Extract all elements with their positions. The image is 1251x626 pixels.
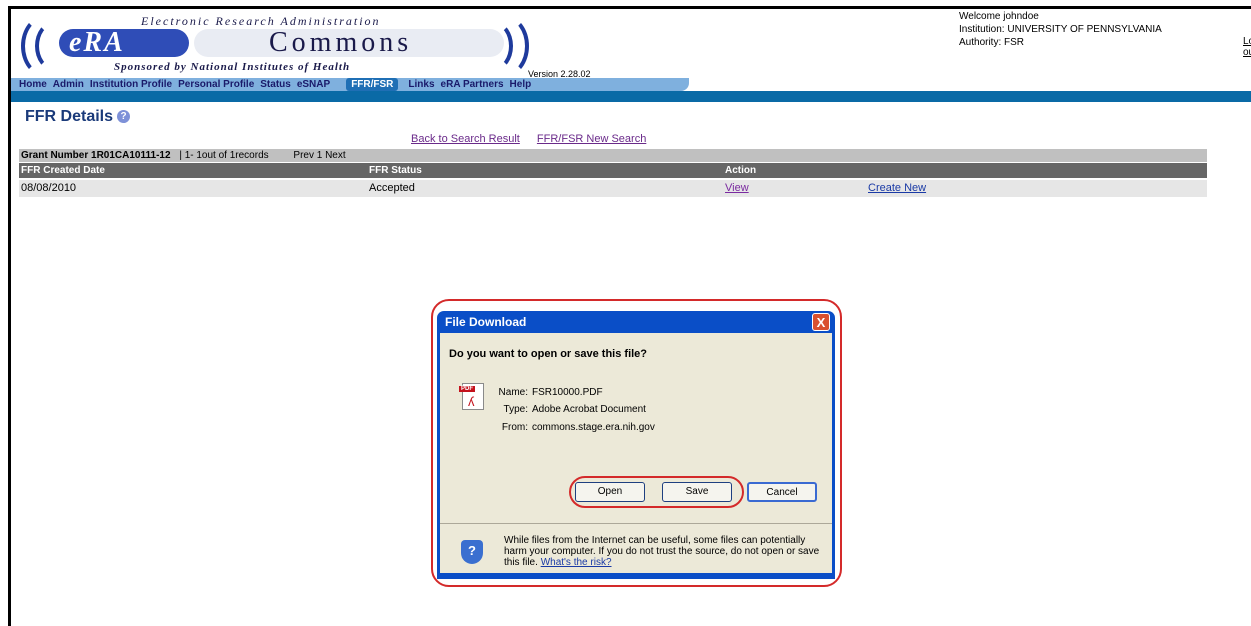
save-button[interactable]: Save bbox=[662, 482, 732, 502]
col-status: FFR Status bbox=[369, 165, 422, 176]
close-icon[interactable]: X bbox=[812, 313, 830, 331]
view-link[interactable]: View bbox=[725, 182, 749, 194]
back-to-search-link[interactable]: Back to Search Result bbox=[411, 133, 520, 145]
pdf-tag: PDF bbox=[459, 386, 475, 392]
new-search-link[interactable]: FFR/FSR New Search bbox=[537, 133, 646, 145]
records-count: | 1- 1out of 1records bbox=[179, 150, 269, 161]
user-info: Welcome johndoe Institution: UNIVERSITY … bbox=[959, 10, 1162, 49]
dialog-question: Do you want to open or save this file? bbox=[449, 348, 648, 360]
nav-links[interactable]: Links bbox=[408, 79, 434, 90]
welcome-text: Welcome johndoe bbox=[959, 11, 1039, 22]
header-divider-bar bbox=[11, 91, 1251, 102]
dialog-separator bbox=[440, 523, 832, 524]
cell-date: 08/08/2010 bbox=[21, 182, 77, 194]
col-action: Action bbox=[725, 165, 757, 176]
file-from-row: From: commons.stage.era.nih.gov bbox=[480, 422, 655, 433]
security-warning: While files from the Internet can be use… bbox=[504, 535, 824, 568]
table-header: FFR Created Date FFR Status Action bbox=[19, 163, 1207, 178]
help-icon[interactable]: ? bbox=[117, 110, 131, 124]
acrobat-swirl-icon: ʎ bbox=[468, 394, 475, 409]
cancel-button[interactable]: Cancel bbox=[747, 482, 817, 502]
file-type-row: Type: Adobe Acrobat Document bbox=[480, 404, 646, 415]
whats-the-risk-link[interactable]: What's the risk? bbox=[541, 557, 612, 568]
authority-text: Authority: FSR bbox=[959, 37, 1025, 48]
dialog-body: Do you want to open or save this file? P… bbox=[440, 333, 832, 573]
from-value: commons.stage.era.nih.gov bbox=[532, 422, 655, 433]
nav-admin[interactable]: Admin bbox=[53, 79, 84, 90]
dialog-titlebar[interactable]: File Download X bbox=[440, 311, 832, 333]
page-title: FFR Details? bbox=[25, 108, 131, 126]
nav-personal-profile[interactable]: Personal Profile bbox=[178, 79, 254, 90]
logo-era: eRA bbox=[59, 29, 189, 57]
dialog-title: File Download bbox=[445, 315, 527, 329]
logout-link[interactable]: Log-ou bbox=[1243, 36, 1251, 58]
table-row: 08/08/2010 Accepted View Create New bbox=[19, 180, 1207, 197]
nav-home[interactable]: Home bbox=[19, 79, 47, 90]
logo-commons: Commons bbox=[194, 29, 504, 57]
name-label: Name: bbox=[498, 387, 528, 398]
from-label: From: bbox=[501, 422, 528, 433]
institution-text: Institution: UNIVERSITY OF PENNSYLVANIA bbox=[959, 24, 1162, 35]
file-download-dialog: File Download X Do you want to open or s… bbox=[437, 311, 835, 579]
cell-status: Accepted bbox=[369, 182, 415, 194]
main-nav: Home Admin Institution Profile Personal … bbox=[11, 78, 689, 91]
header-banner: Electronic Research Administration eRA C… bbox=[11, 9, 1251, 89]
grant-summary-row: Grant Number 1R01CA10111-12 | 1- 1out of… bbox=[19, 149, 1207, 162]
page-links: Back to Search Result FFR/FSR New Search bbox=[411, 133, 660, 145]
logo-subtitle: Sponsored by National Institutes of Heal… bbox=[114, 61, 351, 73]
nav-status[interactable]: Status bbox=[260, 79, 291, 90]
nav-era-partners[interactable]: eRA Partners bbox=[441, 79, 504, 90]
file-name-row: Name: FSR10000.PDF bbox=[480, 387, 603, 398]
security-shield-icon: ? bbox=[461, 540, 483, 564]
type-label: Type: bbox=[503, 404, 528, 415]
name-value: FSR10000.PDF bbox=[532, 387, 603, 398]
create-new-link[interactable]: Create New bbox=[868, 182, 926, 194]
col-created-date: FFR Created Date bbox=[21, 165, 105, 176]
grant-number: Grant Number 1R01CA10111-12 bbox=[21, 150, 171, 161]
nav-esnap[interactable]: eSNAP bbox=[297, 79, 330, 90]
nav-institution-profile[interactable]: Institution Profile bbox=[90, 79, 172, 90]
open-button[interactable]: Open bbox=[575, 482, 645, 502]
nav-help[interactable]: Help bbox=[510, 79, 532, 90]
page-title-text: FFR Details bbox=[25, 108, 114, 125]
type-value: Adobe Acrobat Document bbox=[532, 404, 646, 415]
nav-ffr-fsr[interactable]: FFR/FSR bbox=[346, 78, 399, 91]
pager[interactable]: Prev 1 Next bbox=[293, 150, 345, 161]
